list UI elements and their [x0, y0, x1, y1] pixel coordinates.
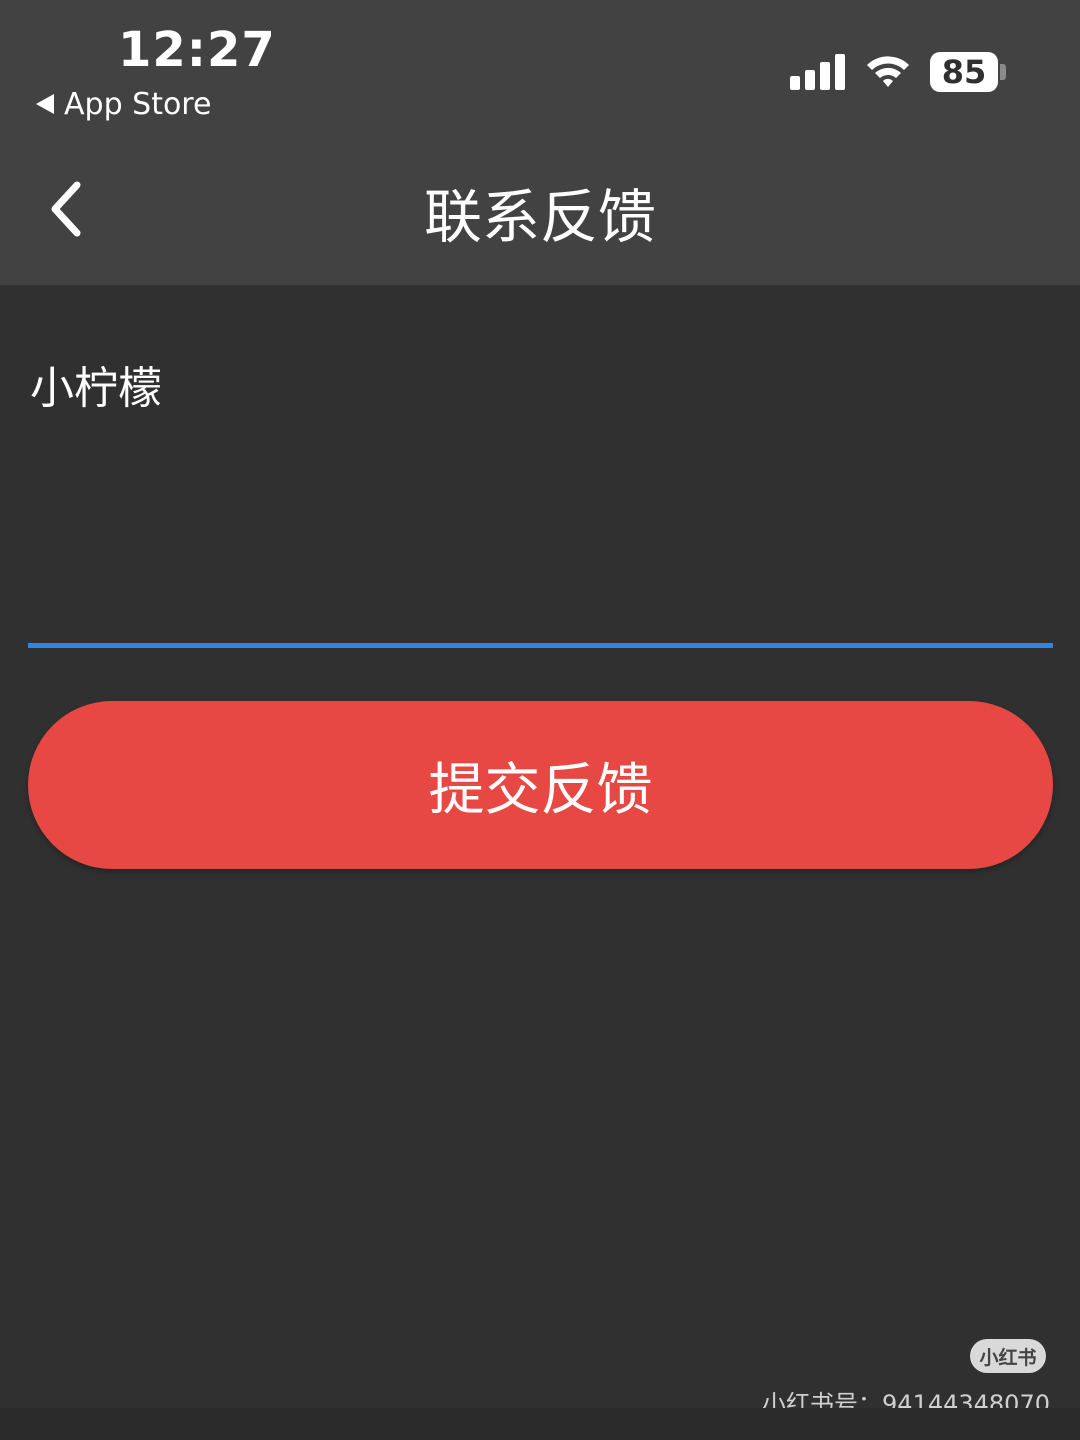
submit-feedback-button[interactable]: 提交反馈	[28, 701, 1053, 869]
page-title: 联系反馈	[423, 183, 656, 251]
battery-indicator: 85	[930, 52, 998, 92]
back-triangle-icon	[36, 94, 54, 114]
battery-cap	[1000, 64, 1006, 80]
wifi-icon	[867, 56, 909, 87]
feedback-input-text[interactable]: 小柠檬	[30, 352, 162, 416]
submit-button-label: 提交反馈	[428, 757, 653, 823]
status-bar: 12:27 App Store 85	[0, 0, 1080, 140]
back-app-label: App Store	[64, 86, 212, 122]
cellular-signal-icon	[790, 54, 846, 90]
status-time: 12:27	[118, 22, 276, 78]
input-underline	[28, 643, 1053, 648]
watermark-logo: 小红书	[970, 1339, 1046, 1373]
feedback-input[interactable]: 小柠檬	[28, 340, 1053, 648]
navigation-bar: 联系反馈	[0, 140, 1080, 285]
back-to-app-store[interactable]: App Store	[36, 86, 211, 122]
bottom-strip	[0, 1408, 1080, 1440]
